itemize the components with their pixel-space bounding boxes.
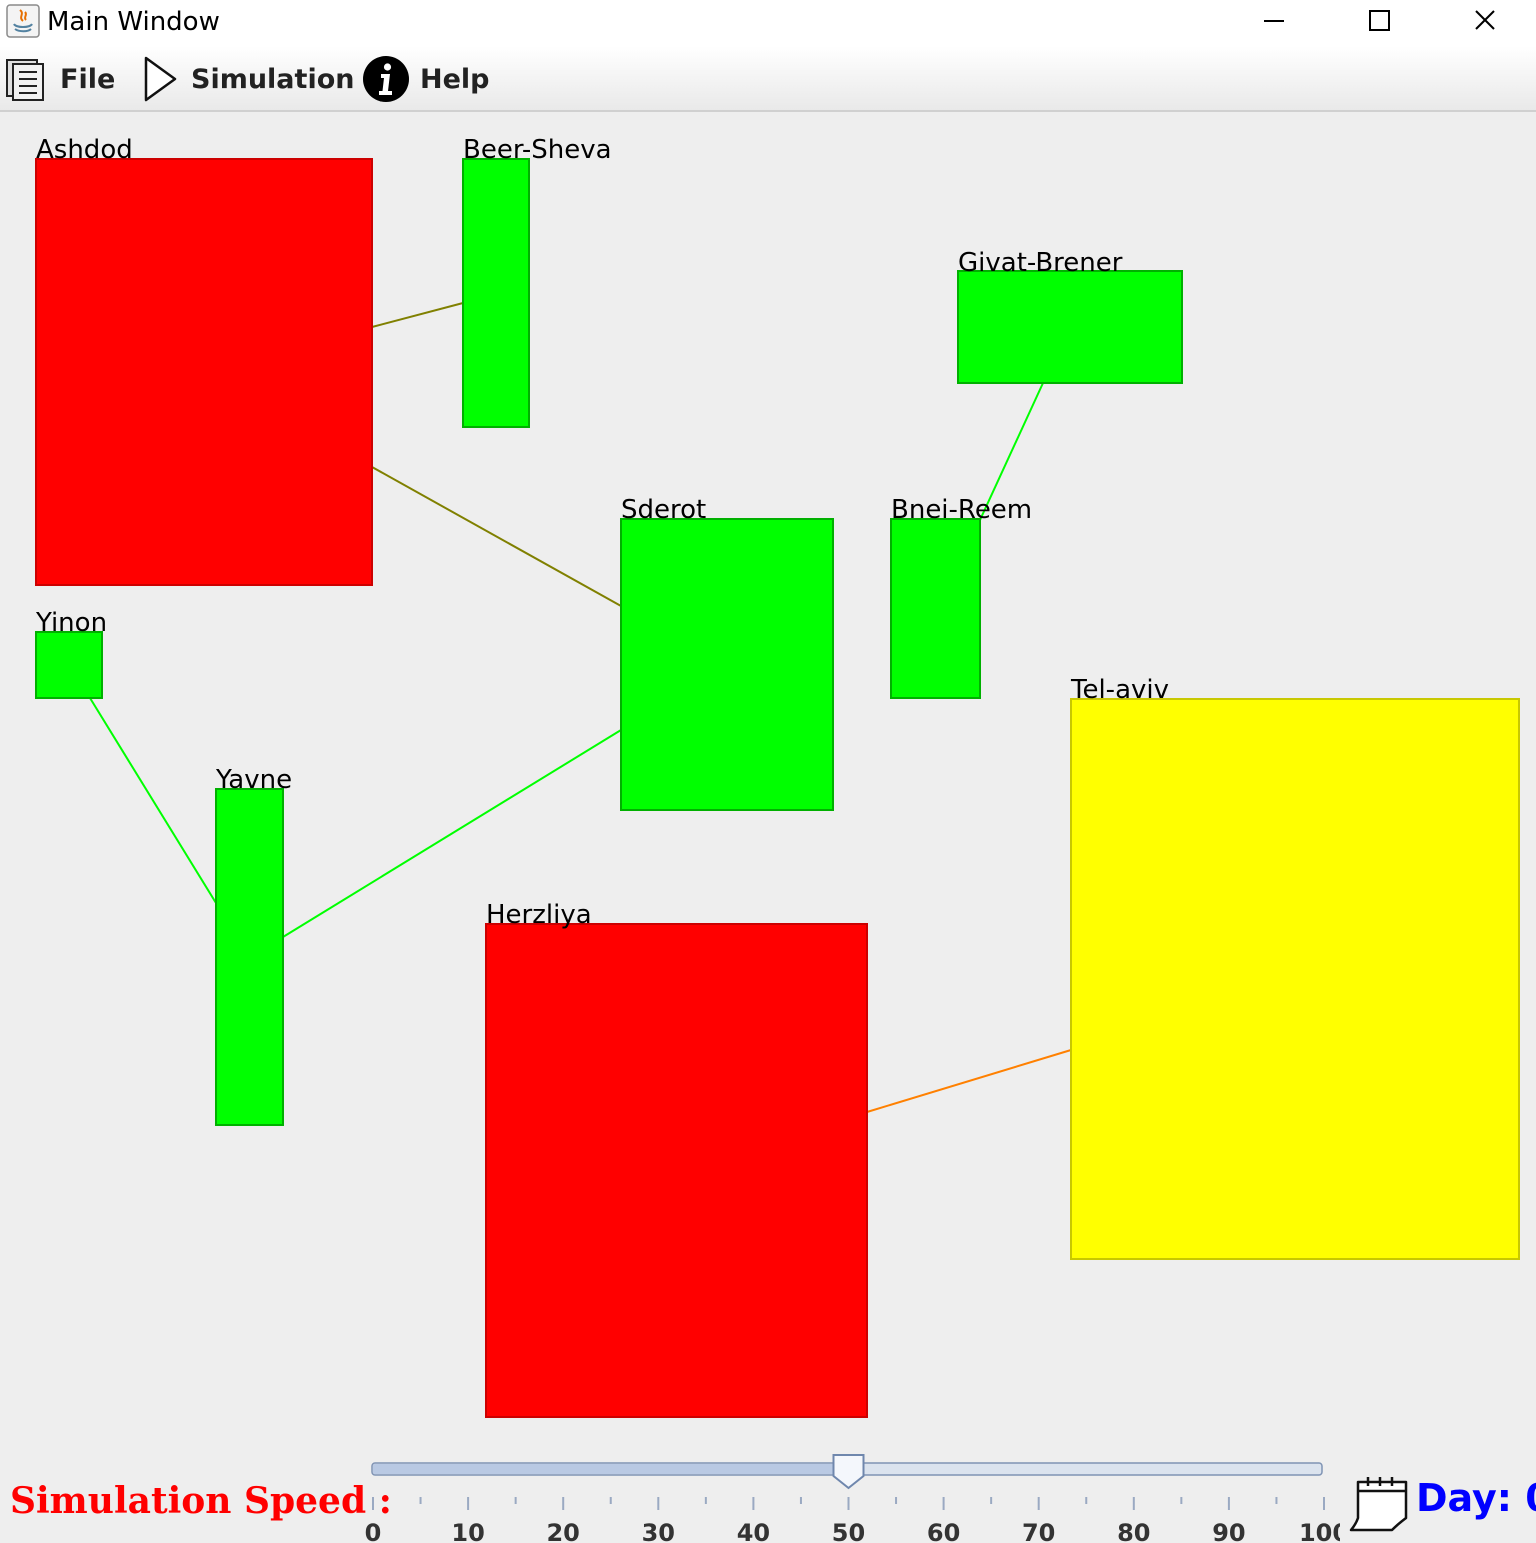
simulation-speed-label: Simulation Speed : <box>10 1480 392 1522</box>
link-herzliya-telaviv <box>866 1049 1072 1113</box>
tick-label: 70 <box>1022 1519 1055 1543</box>
city-label: Ashdod <box>36 135 133 165</box>
minimize-icon <box>1264 20 1284 22</box>
info-icon <box>363 56 409 102</box>
day-counter: Day: 0 <box>1348 1474 1536 1534</box>
close-icon <box>1475 10 1495 30</box>
link-ashdod-beersheva <box>371 302 464 328</box>
city-yavne[interactable]: Yavne <box>215 765 292 1126</box>
calendar-icon <box>1349 1477 1408 1532</box>
city-label: Yavne <box>215 765 292 795</box>
tick-label: 10 <box>451 1519 484 1543</box>
city-box <box>462 158 530 428</box>
city-label: Herzliya <box>486 900 592 930</box>
city-box <box>485 923 868 1418</box>
city-beer-sheva[interactable]: Beer-Sheva <box>462 135 612 428</box>
city-box <box>215 788 284 1126</box>
tick-label: 100 <box>1299 1519 1340 1543</box>
city-label: Sderot <box>621 495 706 525</box>
menu-help-label: Help <box>420 63 490 95</box>
day-label: Day: 0 <box>1416 1476 1536 1520</box>
menu-file-label: File <box>60 63 116 95</box>
city-label: Tel-aviv <box>1070 675 1169 705</box>
play-icon <box>144 56 177 102</box>
tick-label: 0 <box>365 1519 382 1543</box>
city-yinon[interactable]: Yinon <box>35 608 107 699</box>
link-ashdod-sderot <box>371 466 622 607</box>
map-canvas: Ashdod Beer-Sheva Givat-Brener Sderot Bn… <box>35 135 1520 1418</box>
city-box <box>620 518 834 811</box>
city-bnei-reem[interactable]: Bnei-Reem <box>890 495 1032 699</box>
link-yinon-yavne <box>89 697 217 904</box>
slider-thumb[interactable] <box>832 1454 865 1490</box>
city-box <box>35 631 103 699</box>
city-herzliya[interactable]: Herzliya <box>485 900 868 1418</box>
slider-tick-labels: 0 10 20 30 40 50 60 70 80 90 100 <box>365 1519 1340 1543</box>
city-box <box>957 270 1183 384</box>
document-icon <box>6 59 44 101</box>
city-givat-brener[interactable]: Givat-Brener <box>957 248 1183 384</box>
city-box <box>890 518 981 699</box>
tick-label: 80 <box>1117 1519 1150 1543</box>
tick-label: 20 <box>546 1519 579 1543</box>
maximize-button[interactable] <box>1330 0 1430 42</box>
city-label: Yinon <box>35 608 107 638</box>
window-title: Main Window <box>47 7 220 37</box>
tick-label: 90 <box>1212 1519 1245 1543</box>
menu-help[interactable]: Help <box>362 56 490 102</box>
close-button[interactable] <box>1436 0 1536 42</box>
control-bar: Simulation Speed : 0 10 20 30 40 50 60 70 80 90 10… <box>0 1442 1536 1543</box>
menu-simulation-label: Simulation <box>191 63 355 95</box>
speed-slider[interactable]: 0 10 20 30 40 50 60 70 80 90 100 <box>360 1450 1340 1543</box>
city-tel-aviv[interactable]: Tel-aviv <box>1070 675 1520 1260</box>
menu-simulation[interactable]: Simulation <box>141 56 354 102</box>
title-bar: Main Window <box>0 0 1536 46</box>
maximize-icon <box>1369 10 1390 31</box>
tick-label: 30 <box>642 1519 675 1543</box>
city-label: Givat-Brener <box>958 248 1123 278</box>
menu-file[interactable]: File <box>4 56 115 102</box>
tick-label: 50 <box>832 1519 865 1543</box>
city-label: Beer-Sheva <box>463 135 612 165</box>
menu-bar: File Simulation Help <box>0 46 1536 112</box>
city-ashdod[interactable]: Ashdod <box>35 135 373 586</box>
tick-label: 60 <box>927 1519 960 1543</box>
slider-fill <box>373 1464 848 1474</box>
city-box <box>35 158 373 586</box>
slider-ticks <box>372 1497 1325 1510</box>
minimize-button[interactable] <box>1224 0 1324 42</box>
city-label: Bnei-Reem <box>891 495 1032 525</box>
city-sderot[interactable]: Sderot <box>620 495 834 811</box>
java-app-icon <box>6 4 40 38</box>
tick-label: 40 <box>737 1519 770 1543</box>
city-box <box>1070 698 1520 1260</box>
